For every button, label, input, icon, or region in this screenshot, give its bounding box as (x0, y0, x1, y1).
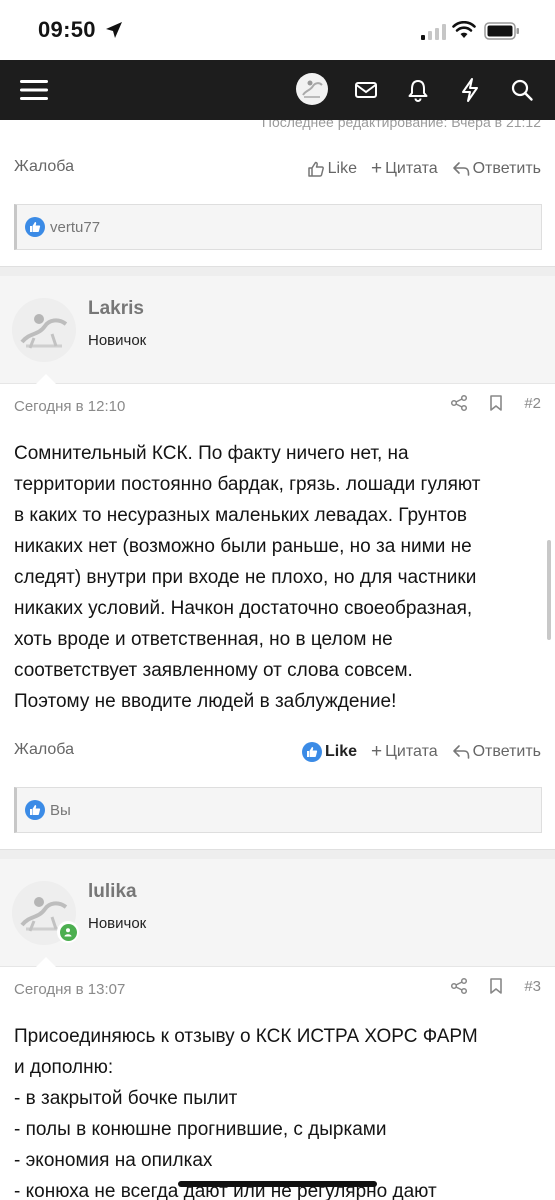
post-notch (36, 957, 56, 967)
quote-label: Цитата (385, 743, 438, 760)
like-label: Like (327, 160, 357, 177)
post-actions-1: Жалоба Like + Цитата Ответить (0, 148, 555, 188)
share-icon[interactable] (450, 394, 468, 412)
last-edit-note: Последнее редактирование: Вчера в 21:12 (261, 120, 541, 130)
status-time: 09:50 (38, 17, 96, 42)
like-button[interactable]: Like (307, 160, 357, 178)
online-status-icon (57, 921, 79, 943)
quote-button[interactable]: + Цитата (371, 741, 438, 763)
reply-label: Ответить (472, 743, 541, 760)
username[interactable]: Lakris (88, 298, 144, 320)
post-2-user-block: Lakris Новичок (0, 276, 555, 384)
menu-icon[interactable] (18, 74, 50, 106)
like-reaction-icon (25, 800, 45, 820)
share-icon[interactable] (450, 977, 468, 995)
scrollbar[interactable] (547, 540, 551, 640)
post-separator (0, 266, 555, 276)
bolt-icon[interactable] (454, 74, 486, 106)
post-text-line: соответствует заявленному от слова совсе… (14, 660, 413, 681)
post-number[interactable]: #2 (524, 395, 541, 412)
plus-icon: + (370, 741, 383, 762)
post-text-line: никаких нет (возможно были раньше, но за… (14, 536, 472, 557)
post-text-line: территории постоянно бардак, грязь. лоша… (14, 474, 481, 495)
post-text-line: следят) внутри при входе не плохо, но дл… (14, 567, 477, 588)
bookmark-icon[interactable] (488, 977, 504, 995)
post-text-line: - в закрытой бочке пылит (14, 1088, 238, 1109)
reply-arrow-icon (452, 162, 469, 176)
home-indicator[interactable] (178, 1181, 377, 1187)
post-actions-2: Жалоба Like + Цитата Ответить (0, 731, 555, 771)
like-button[interactable]: Like (301, 742, 357, 762)
reactions-bar[interactable]: vertu77 (14, 204, 542, 250)
reply-button[interactable]: Ответить (452, 160, 541, 178)
post-text-line: и дополню: (14, 1057, 114, 1078)
post-2-meta: Сегодня в 12:10 #2 (0, 386, 555, 426)
username[interactable]: lulika (88, 881, 137, 903)
post-text-line: хоть вроде и ответственная, но в целом н… (14, 629, 393, 650)
reaction-users: vertu77 (50, 218, 101, 236)
post-date[interactable]: Сегодня в 13:07 (14, 981, 125, 998)
account-avatar[interactable] (296, 73, 328, 105)
post-text-line: Присоединяюсь к отзыву о КСК ИСТРА ХОРС … (14, 1026, 478, 1047)
post-text-line: - полы в конюшне прогнившие, с дырками (14, 1119, 387, 1140)
post-text-line: Поэтому не вводите людей в заблуждение! (14, 691, 397, 712)
post-text-line: - конюха не всегда дают или не регулярно… (14, 1181, 437, 1200)
like-reaction-icon (25, 217, 45, 237)
post-notch (36, 374, 56, 384)
thumbs-up-icon (307, 161, 324, 177)
post-separator (0, 849, 555, 859)
thread-content: Последнее редактирование: Вчера в 21:12 … (0, 120, 555, 1200)
reaction-users: Вы (50, 801, 71, 819)
wifi-icon (452, 21, 476, 38)
report-link[interactable]: Жалоба (14, 158, 74, 176)
top-navigation-bar (0, 60, 555, 120)
post-text-line: Сомнительный КСК. По факту ничего нет, н… (14, 443, 409, 464)
battery-icon (484, 22, 519, 40)
post-3-meta: Сегодня в 13:07 #3 (0, 969, 555, 1009)
post-text-line: в каких то несуразных маленьких левадах.… (14, 505, 468, 526)
status-bar: 09:50 (0, 0, 555, 60)
quote-label: Цитата (385, 160, 438, 177)
report-link[interactable]: Жалоба (14, 741, 74, 759)
post-text-line: - экономия на опилках (14, 1150, 213, 1171)
reactions-bar[interactable]: Вы (14, 787, 542, 833)
post-number[interactable]: #3 (524, 978, 541, 995)
reply-button[interactable]: Ответить (452, 743, 541, 761)
envelope-icon[interactable] (350, 74, 382, 106)
post-date[interactable]: Сегодня в 12:10 (14, 398, 125, 415)
user-title: Новичок (88, 915, 147, 932)
plus-icon: + (370, 158, 383, 179)
cellular-signal-icon (421, 24, 446, 40)
post-text-line: никаких условий. Начкон достаточно своео… (14, 598, 473, 619)
search-icon[interactable] (506, 74, 538, 106)
post-3-user-block: lulika Новичок (0, 859, 555, 967)
user-avatar[interactable] (12, 298, 76, 362)
reply-arrow-icon (452, 745, 469, 759)
reply-label: Ответить (472, 160, 541, 177)
post-2-body: Сомнительный КСК. По факту ничего нет, н… (14, 438, 544, 717)
quote-button[interactable]: + Цитата (371, 158, 438, 180)
bell-icon[interactable] (402, 74, 434, 106)
location-arrow-icon (106, 22, 122, 38)
bookmark-icon[interactable] (488, 394, 504, 412)
post-3-body: Присоединяюсь к отзыву о КСК ИСТРА ХОРС … (14, 1021, 544, 1200)
like-label: Like (324, 743, 357, 760)
user-title: Новичок (88, 332, 147, 349)
thumbs-up-icon (301, 742, 322, 762)
